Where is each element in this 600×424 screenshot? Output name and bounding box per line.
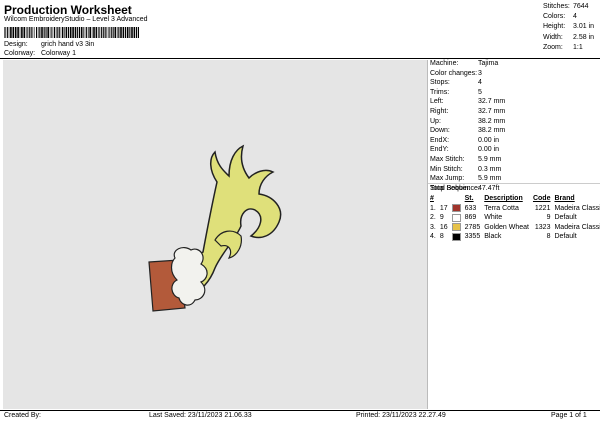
- row-brand: Default: [554, 233, 577, 241]
- info-row: Max Stitch: 5.9 mm: [430, 155, 502, 163]
- created-by: Created By:: [4, 412, 41, 419]
- row-stitches: 869: [464, 214, 477, 222]
- color-swatch: [450, 232, 463, 242]
- row-brand: Madeira Classic 40: [554, 204, 600, 212]
- machine-info: Machine: Tajima Color changes:3 Stops: 4 Trim…: [430, 59, 505, 193]
- info-row: Machine: Tajima: [430, 60, 499, 67]
- row-needle: 17: [439, 204, 448, 212]
- row-description: White: [484, 214, 503, 222]
- design-value: grich hand v3 3in: [41, 41, 95, 48]
- col-stitches: St.: [464, 195, 474, 203]
- worksheet-title: Production Worksheet: [4, 3, 132, 17]
- info-row: Down: 38.2 mm: [430, 127, 506, 135]
- stat-zoom: Zoom: 1:1: [543, 43, 583, 51]
- row-index: 1.: [430, 204, 436, 212]
- colorway-label: Colorway:: [4, 50, 36, 57]
- sequence-header-row: # St. Description Code Brand: [428, 194, 600, 204]
- page-number: Page 1 of 1: [551, 412, 587, 419]
- info-row: Left: 32.7 mm: [430, 98, 506, 106]
- row-index: 4.: [430, 233, 436, 241]
- row-stitches: 633: [464, 204, 477, 212]
- footer-divider: [0, 410, 600, 411]
- barcode: [4, 27, 139, 38]
- last-saved: Last Saved: 23/11/2023 21.06.33: [149, 412, 252, 419]
- row-code: 9: [546, 214, 551, 222]
- row-description: Black: [484, 233, 502, 241]
- row-description: Golden Wheat: [484, 223, 529, 231]
- stop-sequence-table: # St. Description Code Brand 1. 17 633 Terr…: [428, 194, 600, 242]
- summary-stats: Stitches: 7644 Colors: 4 Height: 3.01 in Wi…: [543, 2, 594, 53]
- software-subtitle: Wilcom EmbroideryStudio – Level 3 Advanc…: [4, 16, 148, 23]
- row-brand: Default: [554, 214, 577, 222]
- row-stitches: 2785: [464, 223, 481, 231]
- row-code: 1221: [534, 204, 551, 212]
- col-brand: Brand: [554, 195, 575, 203]
- color-swatch: [450, 204, 463, 214]
- info-row: EndX: 0.00 in: [430, 136, 500, 144]
- color-swatch: [450, 213, 463, 223]
- design-preview: [3, 60, 428, 409]
- row-code: 8: [546, 233, 551, 241]
- col-number: #: [430, 195, 434, 203]
- design-label: Design:: [4, 41, 28, 48]
- info-row: Up: 38.2 mm: [430, 117, 506, 125]
- header-divider: [0, 58, 600, 59]
- cuff-shape: [170, 246, 208, 306]
- info-row: EndY: 0.00 in: [430, 146, 500, 154]
- stop-sequence-title: Stop Sequence:: [430, 185, 480, 192]
- row-needle: 8: [439, 233, 444, 241]
- color-swatch: [450, 223, 463, 233]
- info-row: Color changes:3: [430, 69, 482, 77]
- col-code: Code: [532, 195, 551, 203]
- row-description: Terra Cotta: [484, 204, 519, 212]
- stat-height: Height: 3.01 in: [543, 23, 595, 31]
- row-brand: Madeira Classic 40: [554, 223, 600, 231]
- design-row: Design: grich hand v3 3in: [4, 41, 94, 48]
- row-needle: 16: [439, 223, 448, 231]
- stat-colors: Colors: 4: [543, 13, 577, 21]
- table-row: 3.16 2785Golden Wheat 1323Madeira Classic …: [428, 223, 600, 233]
- info-row: Stops: 4: [430, 79, 482, 87]
- table-row: 4. 8 3355 Black 8 Default: [428, 232, 600, 242]
- row-index: 3.: [430, 223, 436, 231]
- row-stitches: 3355: [464, 233, 481, 241]
- design-artwork: [148, 144, 282, 312]
- printed-date: Printed: 23/11/2023 22.27.49: [356, 412, 446, 419]
- table-row: 2. 9 869 White 9 Default: [428, 213, 600, 223]
- info-row: Min Stitch: 0.3 mm: [430, 165, 502, 173]
- stat-stitches: Stitches: 7644: [543, 3, 589, 10]
- info-divider: [428, 183, 600, 184]
- info-row: Trims: 5: [430, 88, 482, 96]
- row-index: 2.: [430, 214, 436, 222]
- row-needle: 9: [439, 214, 444, 222]
- colorway-value: Colorway 1: [41, 50, 77, 57]
- col-description: Description: [484, 195, 523, 203]
- table-row: 1.17 633 Terra Cotta 1221Madeira Classic 40: [428, 204, 600, 214]
- stat-width: Width: 2.58 in: [543, 33, 595, 41]
- row-code: 1323: [534, 223, 551, 231]
- info-row: Right: 32.7 mm: [430, 107, 506, 115]
- colorway-row: Colorway: Colorway 1: [4, 50, 76, 57]
